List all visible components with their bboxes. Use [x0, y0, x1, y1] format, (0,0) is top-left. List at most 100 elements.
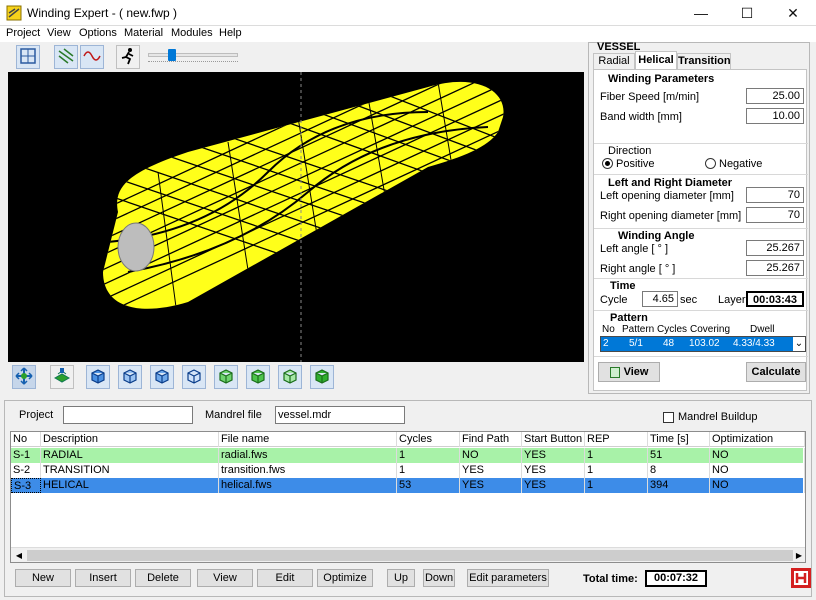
runner-icon[interactable] — [116, 45, 140, 69]
table-row[interactable]: S-1 RADIAL radial.fws 1 NO YES 1 51 NO — [11, 448, 805, 463]
scroll-thumb[interactable] — [27, 550, 793, 561]
insert-button[interactable]: Insert — [75, 569, 131, 587]
col-file-name[interactable]: File name — [219, 432, 397, 447]
cell-find-path: YES — [460, 478, 522, 493]
edit-parameters-button[interactable]: Edit parameters — [467, 569, 549, 587]
mandrel-file-field[interactable]: vessel.mdr — [275, 406, 405, 424]
cell-cycles: 53 — [397, 478, 460, 493]
positive-label: Positive — [616, 158, 655, 170]
left-angle-label: Left angle [ ° ] — [600, 243, 668, 255]
scroll-right-icon[interactable]: ▶ — [793, 550, 805, 561]
cube-green-icon[interactable] — [246, 365, 270, 389]
col-optimization[interactable]: Optimization — [710, 432, 805, 447]
3d-viewport[interactable] — [8, 72, 584, 362]
col-start-button[interactable]: Start Button — [522, 432, 585, 447]
helix-icon[interactable] — [54, 45, 78, 69]
negative-label: Negative — [719, 158, 763, 170]
right-angle-field[interactable]: 25.267 — [746, 260, 804, 276]
cell-rep: 1 — [585, 448, 648, 463]
frame-icon[interactable] — [16, 45, 40, 69]
col-find-path[interactable]: Find Path — [460, 432, 522, 447]
tab-transition[interactable]: Transition — [677, 53, 731, 69]
col-description[interactable]: Description — [41, 432, 219, 447]
cube-green-icon[interactable] — [310, 365, 334, 389]
minimize-button[interactable]: — — [678, 0, 724, 26]
menu-help[interactable]: Help — [219, 27, 242, 39]
negative-radio[interactable] — [705, 158, 716, 169]
pattern-header-pattern: Pattern — [622, 324, 655, 335]
calculate-button[interactable]: Calculate — [746, 362, 806, 382]
table-row[interactable]: S-2 TRANSITION transition.fws 1 YES YES … — [11, 463, 805, 478]
tab-helical[interactable]: Helical — [635, 51, 677, 70]
cube-blue-icon[interactable] — [118, 365, 142, 389]
col-no[interactable]: No — [11, 432, 41, 447]
table-row[interactable]: S-3 HELICAL helical.fws 53 YES YES 1 394… — [11, 478, 805, 493]
cube-blue-icon[interactable] — [150, 365, 174, 389]
wave-icon[interactable] — [80, 45, 104, 69]
close-button[interactable]: ✕ — [770, 0, 816, 26]
menu-bar: Project View Options Material Modules He… — [0, 26, 816, 42]
layers-icon[interactable] — [50, 365, 74, 389]
menu-modules[interactable]: Modules — [171, 27, 213, 39]
scroll-left-icon[interactable]: ◀ — [13, 550, 25, 561]
menu-material[interactable]: Material — [124, 27, 163, 39]
pattern-select[interactable]: 2 5/1 48 103.02 4.33/4.33 ⌄ — [600, 336, 806, 352]
menu-view[interactable]: View — [47, 27, 71, 39]
speed-slider[interactable] — [148, 49, 238, 63]
edit-button[interactable]: Edit — [257, 569, 313, 587]
optimize-button[interactable]: Optimize — [317, 569, 373, 587]
right-diameter-label: Right opening diameter [mm] — [600, 210, 742, 222]
divider — [594, 174, 808, 175]
total-time-value: 00:07:32 — [645, 570, 707, 587]
left-diameter-field[interactable]: 70 — [746, 187, 804, 203]
pattern-dwell: 4.33/4.33 — [733, 338, 775, 349]
divider — [594, 228, 808, 229]
pattern-header-covering: Covering — [690, 324, 731, 335]
steps-table: No Description File name Cycles Find Pat… — [10, 431, 806, 563]
right-diameter-field[interactable]: 70 — [746, 207, 804, 223]
cycle-label: Cycle — [600, 294, 628, 306]
maximize-button[interactable]: ☐ — [724, 0, 770, 26]
cell-time: 51 — [648, 448, 710, 463]
pattern-covering: 103.02 — [689, 338, 720, 349]
chevron-down-icon[interactable]: ⌄ — [793, 337, 805, 351]
view-button[interactable]: View — [598, 362, 660, 382]
view-button-label: View — [623, 366, 649, 378]
down-button[interactable]: Down — [423, 569, 455, 587]
menu-options[interactable]: Options — [79, 27, 117, 39]
cell-time: 394 — [648, 478, 710, 493]
cube-green-icon[interactable] — [214, 365, 238, 389]
cell-optimization: NO — [710, 448, 805, 463]
cube-green-icon[interactable] — [278, 365, 302, 389]
logo-icon — [791, 568, 811, 588]
new-button[interactable]: New — [15, 569, 71, 587]
project-field[interactable] — [63, 406, 193, 424]
menu-project[interactable]: Project — [6, 27, 40, 39]
fiber-speed-label: Fiber Speed [m/min] — [600, 91, 700, 103]
left-angle-field[interactable]: 25.267 — [746, 240, 804, 256]
horizontal-scrollbar[interactable]: ◀ ▶ — [11, 547, 805, 562]
cube-blue-icon[interactable] — [182, 365, 206, 389]
col-time[interactable]: Time [s] — [648, 432, 710, 447]
band-width-field[interactable]: 10.00 — [746, 108, 804, 124]
cell-find-path: NO — [460, 448, 522, 463]
col-rep[interactable]: REP — [585, 432, 648, 447]
positive-radio[interactable] — [602, 158, 613, 169]
move-icon[interactable] — [12, 365, 36, 389]
cell-description: HELICAL — [41, 478, 219, 493]
cell-no: S-2 — [11, 463, 41, 478]
view-step-button[interactable]: View — [197, 569, 253, 587]
cycle-field: 4.65 — [642, 291, 678, 307]
cell-rep: 1 — [585, 463, 648, 478]
cell-no: S-3 — [11, 478, 41, 493]
tab-radial[interactable]: Radial — [593, 53, 635, 69]
col-cycles[interactable]: Cycles — [397, 432, 460, 447]
delete-button[interactable]: Delete — [135, 569, 191, 587]
cube-blue-icon[interactable] — [86, 365, 110, 389]
mandrel-file-label: Mandrel file — [205, 409, 262, 421]
mandrel-buildup-checkbox[interactable] — [663, 412, 674, 423]
fiber-speed-field[interactable]: 25.00 — [746, 88, 804, 104]
vessel-render — [103, 72, 504, 362]
up-button[interactable]: Up — [387, 569, 415, 587]
pattern-header-cycles: Cycles — [657, 324, 688, 335]
